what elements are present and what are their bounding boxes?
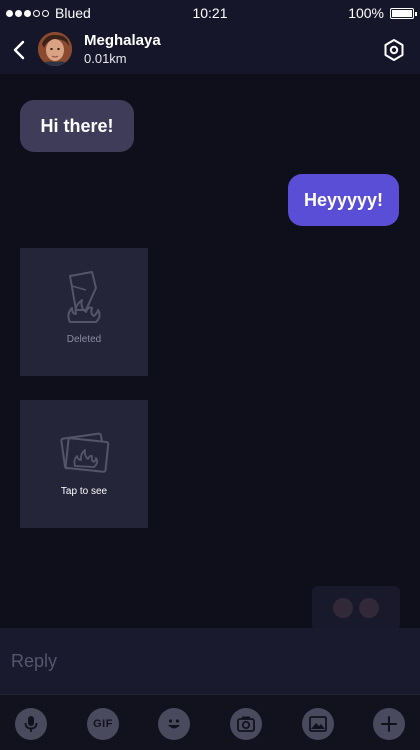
gif-icon: GIF	[93, 718, 113, 730]
status-right: 100%	[348, 5, 417, 21]
incoming-message-text: Hi there!	[40, 115, 114, 136]
chat-screen: Blued 10:21 100% Meghalaya 0.01km Hi the…	[0, 0, 420, 750]
status-bar: Blued 10:21 100%	[0, 0, 420, 26]
settings-button[interactable]	[382, 38, 406, 62]
camera-button[interactable]	[230, 708, 262, 740]
emoji-face-icon	[333, 598, 353, 618]
burned-photo-icon	[67, 271, 101, 323]
image-icon	[309, 716, 327, 732]
tap-to-see-photo-message[interactable]: Tap to see	[20, 400, 148, 528]
emoji-icon	[168, 719, 180, 729]
emoji-sticker-icon	[359, 598, 379, 618]
reply-input[interactable]	[0, 628, 420, 694]
gif-button[interactable]: GIF	[87, 708, 119, 740]
hexagon-settings-icon	[384, 39, 404, 61]
tap-to-see-label: Tap to see	[60, 486, 108, 497]
reply-bar	[0, 628, 420, 694]
deleted-photo-message[interactable]: Deleted	[20, 248, 148, 376]
battery-percent: 100%	[348, 5, 384, 21]
flash-photo-icon	[60, 432, 110, 473]
deleted-label: Deleted	[66, 334, 102, 345]
contact-name[interactable]: Meghalaya	[84, 32, 161, 49]
plus-icon	[381, 716, 397, 732]
outgoing-message-text: Heyyyyy!	[303, 189, 384, 210]
incoming-message[interactable]: Hi there!	[20, 100, 134, 152]
microphone-icon	[24, 716, 38, 732]
battery-icon	[390, 7, 417, 19]
input-toolbar: GIF	[0, 694, 420, 750]
contact-distance: 0.01km	[84, 51, 127, 66]
chat-header: Meghalaya 0.01km	[0, 26, 420, 74]
image-button[interactable]	[302, 708, 334, 740]
more-button[interactable]	[373, 708, 405, 740]
avatar-image	[38, 32, 72, 66]
emoji-button[interactable]	[158, 708, 190, 740]
chevron-left-icon	[13, 40, 25, 60]
avatar[interactable]	[38, 32, 72, 66]
back-button[interactable]	[8, 36, 32, 64]
emoji-suggestion[interactable]	[312, 586, 400, 630]
camera-icon	[237, 716, 255, 732]
outgoing-message[interactable]: Heyyyyy!	[288, 174, 399, 226]
voice-button[interactable]	[15, 708, 47, 740]
